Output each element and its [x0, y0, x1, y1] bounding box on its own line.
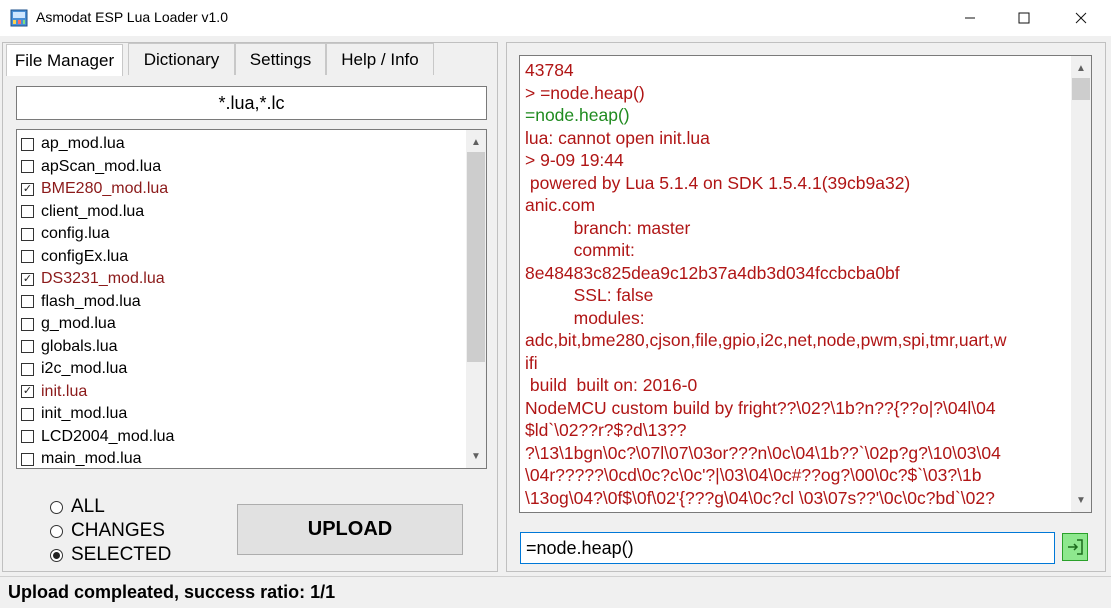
console-line: lua: cannot open init.lua [525, 127, 710, 148]
console-line: commit: [525, 240, 635, 260]
console-scrollbar[interactable]: ▲ ▼ [1071, 56, 1091, 512]
maximize-icon[interactable] [999, 0, 1049, 36]
file-list-item[interactable]: LCD2004_mod.lua [21, 426, 174, 448]
checkbox-checked-icon[interactable]: ✓ [21, 272, 34, 286]
tab-dictionary[interactable]: Dictionary [128, 43, 235, 75]
checkbox-icon[interactable] [21, 452, 34, 466]
console-line: powered by Lua 5.1.4 on SDK 1.5.4.1(39cb… [525, 172, 911, 193]
checkbox-icon[interactable] [21, 137, 34, 151]
console-line: \04r?????\0cd\0c?c\0c'?|\03\04\0c#??og?\… [525, 465, 982, 485]
radio-changes-label: CHANGES [71, 520, 165, 541]
console-line: > =node.heap() [525, 82, 645, 103]
radio-selected-label: SELECTED [71, 544, 172, 565]
file-name: main_mod.lua [41, 450, 142, 467]
scroll-down-icon[interactable]: ▼ [1071, 490, 1091, 510]
radio-all[interactable]: ALL [50, 495, 105, 519]
file-name: BME280_mod.lua [41, 180, 169, 197]
console-line: ?\13\1bgn\0c?\07l\07\03or???n\0c\04\1b??… [525, 442, 1001, 463]
file-name: LCD2004_mod.lua [41, 427, 175, 445]
console-line: ifi [525, 352, 538, 373]
file-name: g_mod.lua [41, 315, 116, 332]
file-name: globals.lua [41, 337, 118, 355]
file-list[interactable]: ap_mod.lua apScan_mod.lua ✓ BME280_mod.luac… [16, 129, 487, 469]
radio-selected[interactable]: SELECTED [50, 543, 171, 567]
file-list-item[interactable]: g_mod.lua [21, 313, 116, 335]
checkbox-icon[interactable] [21, 227, 34, 241]
checkbox-icon[interactable] [21, 160, 34, 173]
file-name: DS3231_mod.lua [41, 270, 165, 287]
console-line: adc,bit,bme280,cjson,file,gpio,i2c,net,n… [525, 330, 1007, 350]
file-filter-input[interactable]: *.lua,*.lc [16, 86, 487, 120]
file-list-item[interactable]: configEx.lua [21, 246, 128, 268]
close-icon[interactable] [1056, 0, 1106, 36]
file-list-item[interactable]: ✓ init.lua [21, 381, 87, 403]
file-list-item[interactable]: apScan_mod.lua [21, 156, 161, 178]
checkbox-checked-icon[interactable]: ✓ [21, 385, 34, 398]
file-list-item[interactable]: ✓ BME280_mod.lua [21, 178, 168, 200]
console-line: modules: [525, 307, 645, 328]
scroll-thumb[interactable] [467, 152, 485, 362]
app-icon [10, 9, 28, 27]
file-list-item[interactable]: i2c_mod.lua [21, 358, 127, 380]
checkbox-icon[interactable] [21, 317, 34, 331]
checkbox-icon[interactable] [21, 340, 34, 353]
file-name: i2c_mod.lua [41, 360, 128, 377]
file-list-item[interactable]: client_mod.lua [21, 201, 144, 223]
file-name: configEx.lua [41, 247, 129, 265]
console-line: SSL: false [525, 285, 654, 305]
file-list-item[interactable]: ✓ DS3231_mod.lua [21, 268, 165, 290]
checkbox-icon[interactable] [21, 295, 34, 308]
file-name: apScan_mod.lua [41, 157, 162, 175]
checkbox-icon[interactable] [21, 407, 34, 421]
console-line: $ld`\02??r?$?d\13?? [525, 420, 687, 440]
status-text: Upload compleated, success ratio: 1/1 [8, 582, 336, 602]
console-line: NodeMCU custom build by fright??\02?\1b?… [525, 397, 996, 418]
file-name: init.lua [41, 382, 88, 400]
radio-selected-icon [50, 548, 63, 562]
scroll-up-icon[interactable]: ▲ [1071, 58, 1091, 78]
tab-settings[interactable]: Settings [235, 43, 326, 75]
console-line: > 9-09 19:44 [525, 150, 624, 170]
file-name: client_mod.lua [41, 202, 145, 220]
radio-all-label: ALL [71, 496, 105, 517]
file-name: ap_mod.lua [41, 135, 125, 152]
scroll-thumb[interactable] [1072, 78, 1090, 100]
console-line: 43784 [525, 60, 574, 80]
radio-circle-icon [50, 500, 63, 514]
console-line: 8e48483c825dea9c12b37a4db3d034fccbcba0bf [525, 262, 900, 283]
file-list-item[interactable]: globals.lua [21, 336, 118, 358]
console-line: =node.heap() [525, 105, 630, 125]
file-name: flash_mod.lua [41, 292, 141, 310]
console-output[interactable]: 43784 > =node.heap() =node.heap() lua: cann… [519, 55, 1092, 513]
upload-button[interactable]: UPLOAD [237, 504, 463, 555]
checkbox-icon[interactable] [21, 430, 34, 443]
radio-circle-icon [50, 524, 63, 538]
checkbox-checked-icon[interactable]: ✓ [21, 182, 34, 196]
file-name: config.lua [41, 225, 110, 242]
radio-changes[interactable]: CHANGES [50, 519, 165, 543]
minimize-icon[interactable] [945, 0, 995, 36]
tab-file-manager[interactable]: File Manager [6, 44, 123, 76]
file-list-item[interactable]: flash_mod.lua [21, 291, 141, 313]
checkbox-icon[interactable] [21, 250, 34, 263]
console-line: branch: master [525, 217, 691, 238]
file-name: init_mod.lua [41, 405, 128, 422]
send-arrow-icon[interactable] [1062, 533, 1088, 561]
file-list-item[interactable]: ap_mod.lua [21, 133, 125, 155]
command-input[interactable]: =node.heap() [520, 532, 1055, 564]
file-list-scrollbar[interactable]: ▲ ▼ [466, 130, 486, 468]
scroll-up-icon[interactable]: ▲ [466, 132, 486, 152]
checkbox-icon[interactable] [21, 205, 34, 218]
file-list-item[interactable]: config.lua [21, 223, 110, 245]
file-list-item[interactable]: init_mod.lua [21, 403, 127, 425]
file-list-item[interactable]: main_mod.lua [21, 448, 142, 468]
scroll-down-icon[interactable]: ▼ [466, 446, 486, 466]
window-title: Asmodat ESP Lua Loader v1.0 [36, 9, 228, 25]
console-line: \13og\04?\0f$\0f\02'{???g\04\0c?cl \03\0… [525, 487, 995, 508]
checkbox-icon[interactable] [21, 362, 34, 376]
tab-help-info[interactable]: Help / Info [326, 43, 434, 75]
console-line: anic.com [525, 195, 596, 215]
console-line: build built on: 2016-0 [525, 375, 698, 395]
